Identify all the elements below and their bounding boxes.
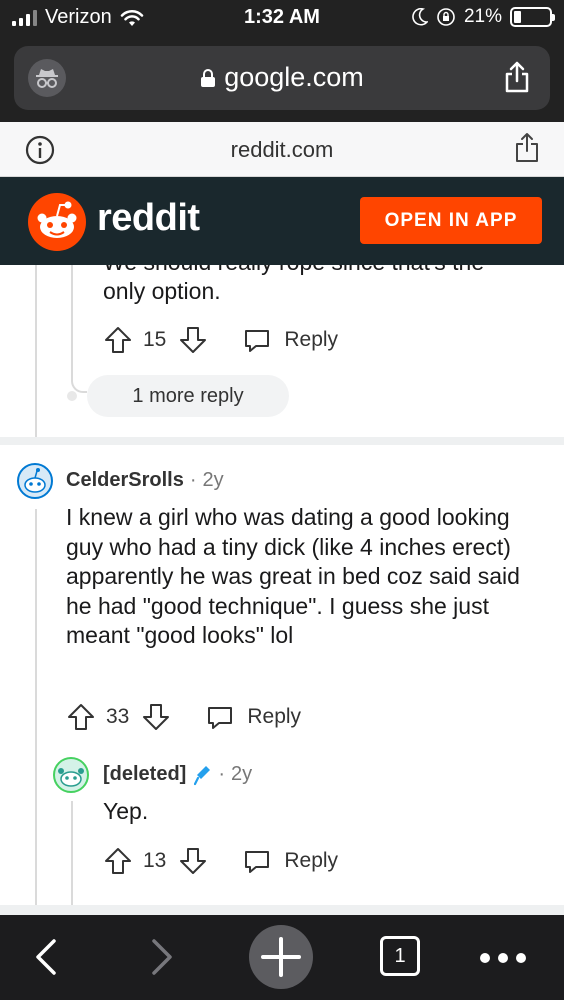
comment-actions: 33 Reply [66, 702, 301, 732]
reply-icon [208, 707, 233, 729]
share-icon[interactable] [502, 60, 532, 94]
downvote-icon[interactable] [178, 325, 208, 355]
orientation-lock-icon [437, 8, 455, 26]
url-display[interactable]: google.com [14, 62, 550, 93]
moon-icon [412, 8, 428, 26]
thread-line[interactable] [71, 265, 73, 365]
comment-separator [0, 437, 564, 445]
browser-chrome: Verizon 1:32 AM 21% google.com [0, 0, 564, 122]
microphone-icon [194, 765, 211, 785]
comment-age: 2y [202, 469, 224, 491]
comment-meta: [deleted] · 2y [103, 763, 252, 786]
meta-separator: · [189, 469, 197, 491]
reply-button[interactable]: Reply [242, 325, 338, 355]
vote-count: 13 [143, 849, 167, 872]
comment-age: 2y [231, 763, 253, 785]
battery-percent: 21% [463, 6, 502, 27]
address-bar[interactable]: google.com [14, 46, 550, 110]
more-icon[interactable] [480, 953, 526, 963]
downvote-icon[interactable] [141, 702, 171, 732]
url-text: google.com [224, 62, 364, 92]
open-in-app-button[interactable]: OPEN IN APP [360, 197, 542, 244]
upvote-icon[interactable] [103, 846, 133, 876]
lock-icon [201, 69, 216, 87]
username[interactable]: CelderSrolls [66, 469, 184, 492]
reddit-header: reddit OPEN IN APP [0, 177, 564, 265]
upvote-icon[interactable] [66, 702, 96, 732]
comment-meta: CelderSrolls · 2y [66, 469, 224, 492]
site-domain: reddit.com [230, 137, 334, 162]
thread-connector [71, 363, 87, 393]
thread-line[interactable] [35, 265, 37, 437]
reply-label: Reply [284, 328, 339, 351]
browser-toolbar: 1 [0, 915, 564, 1000]
avatar[interactable] [53, 757, 89, 793]
plus-icon [261, 937, 301, 977]
thread-line[interactable] [35, 509, 37, 915]
comment-separator [0, 905, 564, 915]
status-right: 21% [412, 6, 555, 28]
reply-icon [245, 330, 270, 352]
comment-text-cut: We should really rope since that's the [103, 265, 484, 277]
reply-label: Reply [247, 705, 302, 728]
reddit-logo-icon[interactable] [28, 193, 86, 251]
username[interactable]: [deleted] [103, 763, 186, 786]
upvote-icon[interactable] [103, 325, 133, 355]
reply-button[interactable]: Reply [205, 702, 301, 732]
more-replies-button[interactable]: 1 more reply [87, 375, 289, 417]
vote-count: 33 [106, 705, 130, 728]
chevron-right-icon[interactable] [138, 935, 182, 979]
comment-actions: 15 Reply [103, 325, 338, 355]
site-info-bar: reddit.com [0, 122, 564, 177]
reddit-wordmark: reddit [97, 197, 200, 239]
avatar[interactable] [17, 463, 53, 499]
reply-icon [245, 851, 270, 873]
reply-label: Reply [284, 849, 339, 872]
comment-text: only option. [103, 278, 221, 304]
comment-text: I knew a girl who was dating a good look… [66, 504, 520, 648]
reply-button[interactable]: Reply [242, 846, 338, 876]
chevron-left-icon[interactable] [26, 935, 70, 979]
vote-count: 15 [143, 328, 167, 351]
downvote-icon[interactable] [178, 846, 208, 876]
thread-line[interactable] [71, 801, 73, 915]
comment-thread: We should really rope since that's the o… [0, 265, 564, 915]
meta-separator: · [218, 763, 226, 785]
status-bar: Verizon 1:32 AM 21% [0, 0, 564, 38]
comment-actions: 13 Reply [103, 846, 338, 876]
thread-dot [67, 391, 77, 401]
site-share-icon[interactable] [514, 132, 540, 164]
battery-icon [510, 7, 555, 27]
tabs-button[interactable]: 1 [380, 936, 420, 976]
new-tab-button[interactable] [249, 925, 313, 989]
comment-text: Yep. [103, 798, 149, 824]
